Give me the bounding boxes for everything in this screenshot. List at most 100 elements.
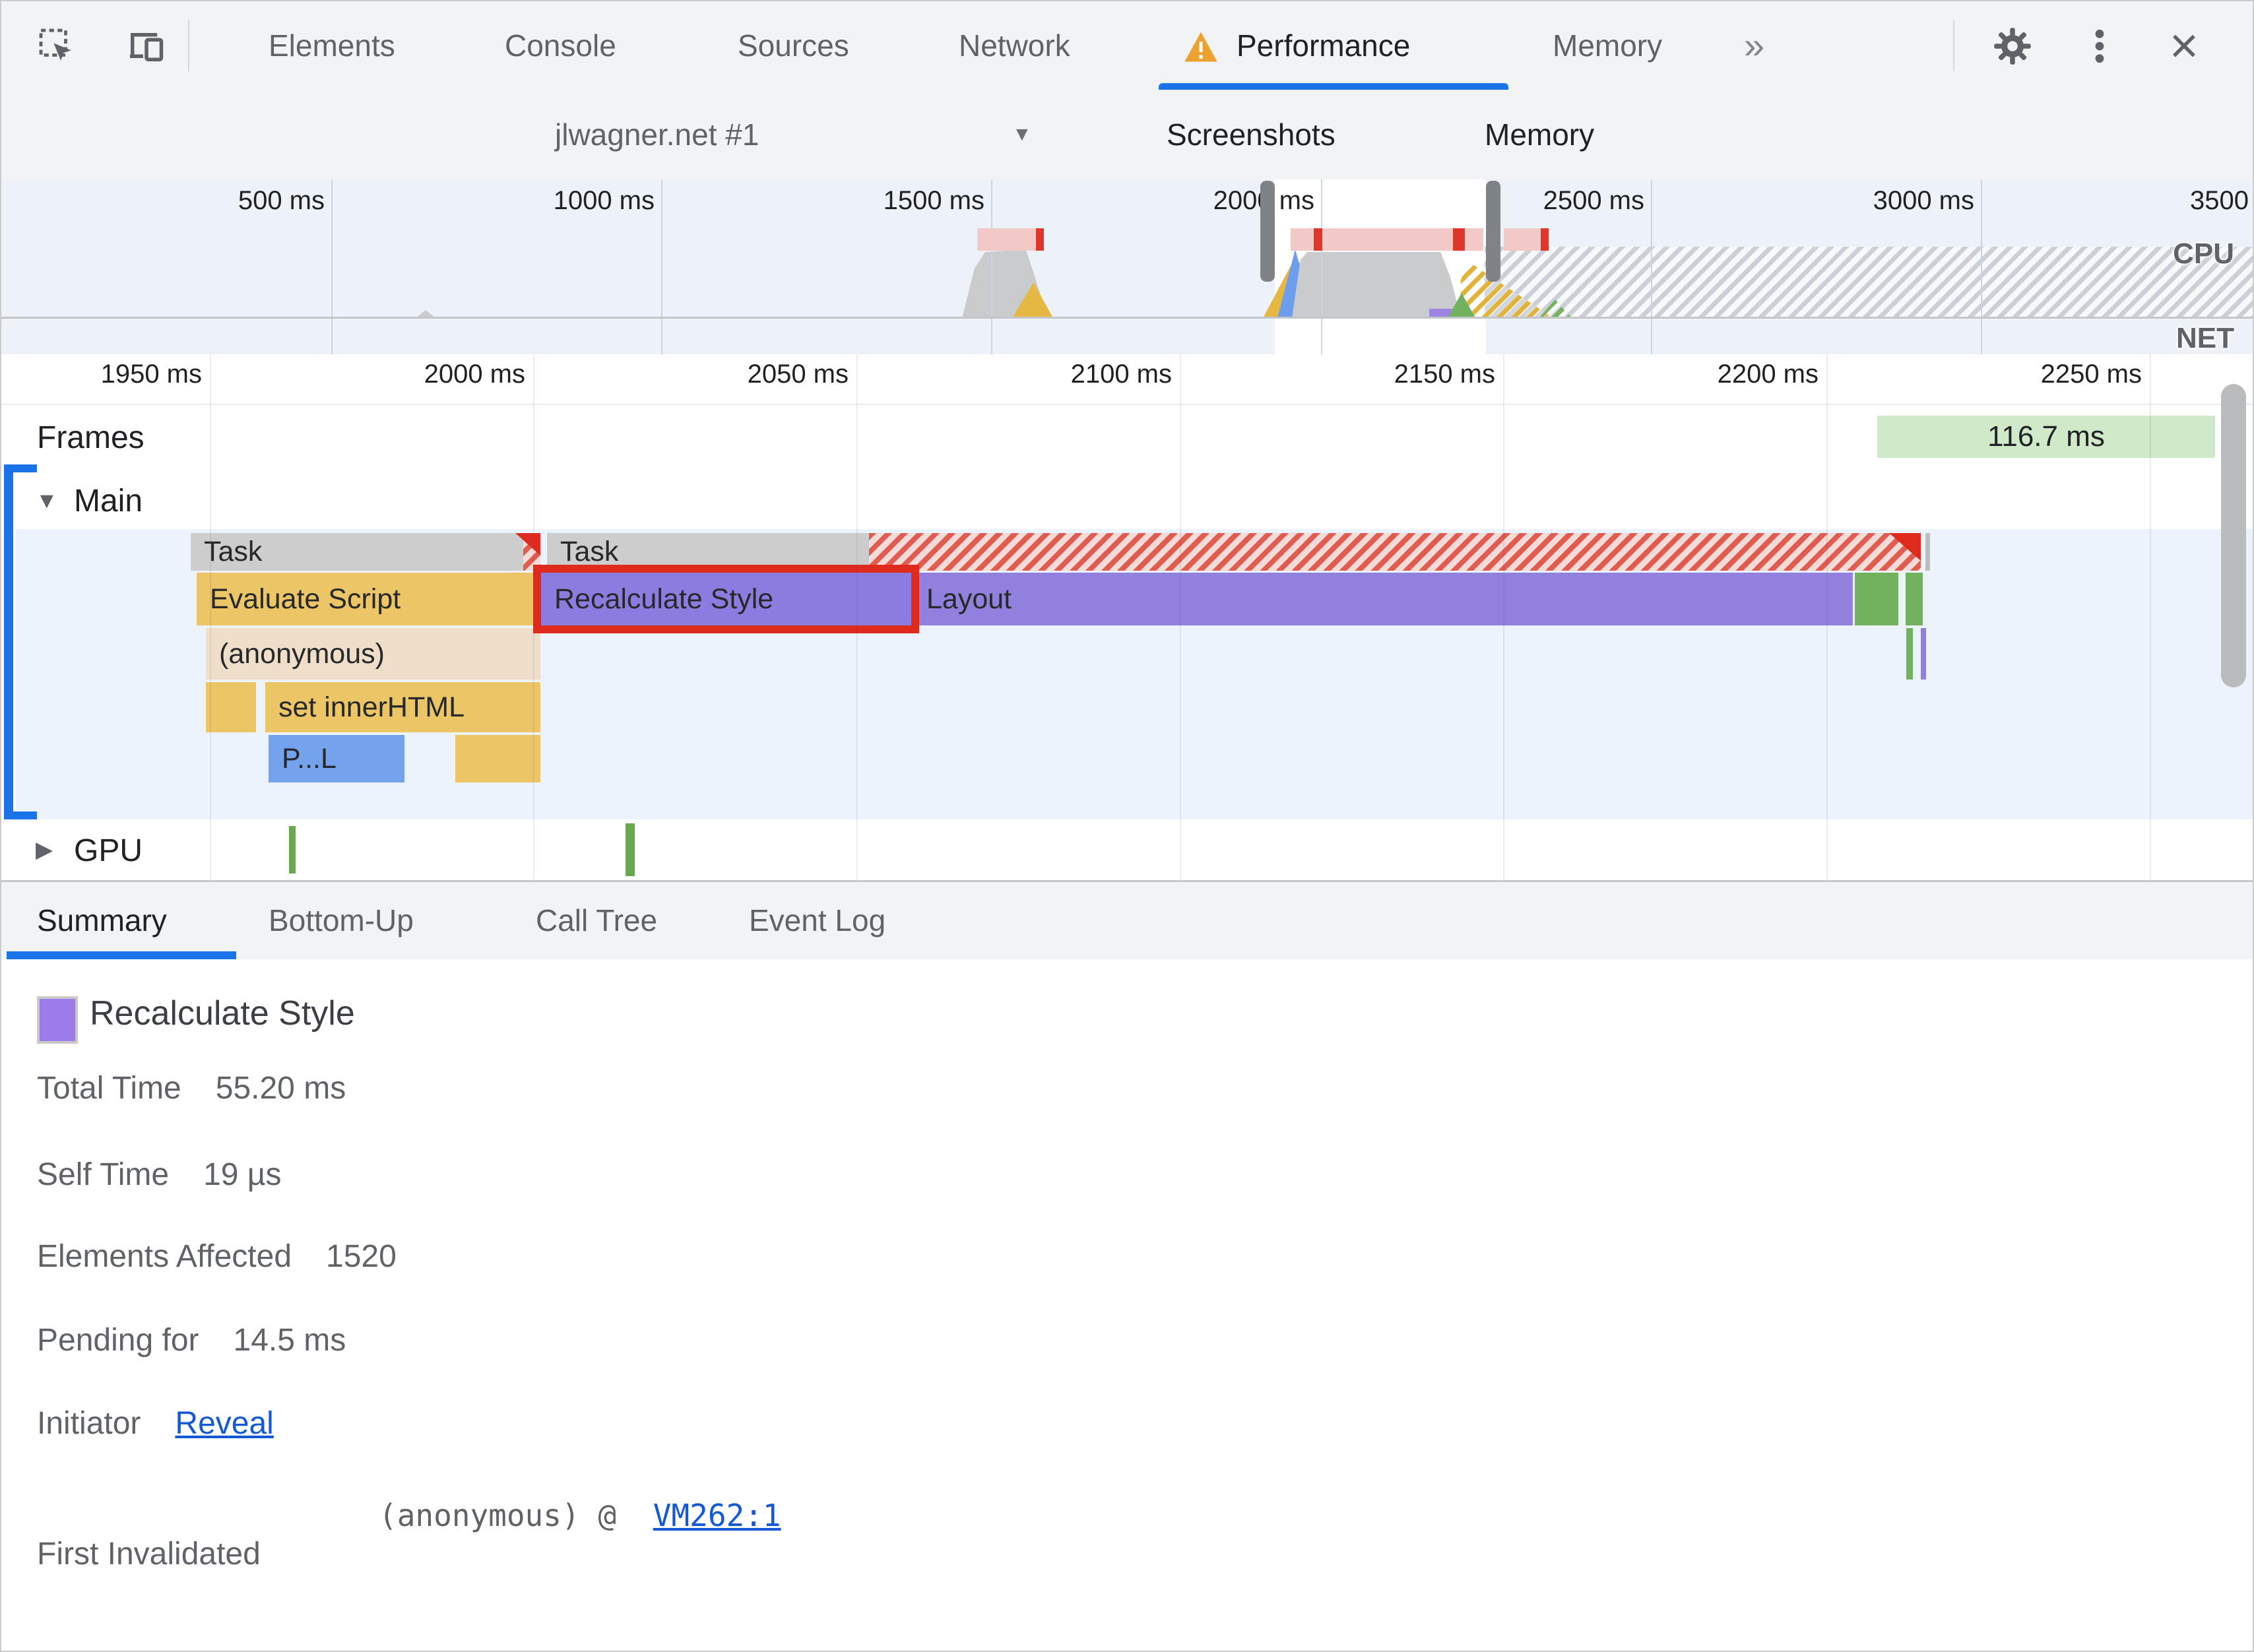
profile-select-caret-icon[interactable]: ▼	[1012, 90, 1032, 179]
overview-tick: 3000 ms	[1873, 186, 1974, 215]
settings-gear-icon[interactable]	[1991, 25, 2034, 67]
kebab-menu-icon[interactable]	[2086, 25, 2113, 67]
divider	[188, 20, 189, 71]
ruler-tick: 2050 ms	[747, 360, 849, 389]
performance-toolbar: jlwagner.net #1 ▼ Screenshots Memory	[1, 90, 2253, 247]
event-bar-anonymous[interactable]: (anonymous)	[206, 628, 540, 680]
long-task-corner	[515, 533, 540, 556]
devtools-window: Elements Console Sources Network Perform…	[0, 0, 2254, 1652]
frames-track[interactable]: Frames 116.7 ms	[1, 405, 2253, 468]
overview-tick: 500 ms	[238, 186, 325, 215]
event-bar-evaluate-script[interactable]: Evaluate Script	[197, 573, 538, 625]
tab-console[interactable]: Console	[505, 1, 616, 90]
main-track[interactable]: ▼ Main Task Task Evaluate Script Recalcu…	[1, 464, 2253, 819]
profile-select[interactable]: jlwagner.net #1	[555, 90, 759, 179]
ruler-tick: 2000 ms	[424, 360, 525, 389]
tab-network[interactable]: Network	[959, 1, 1070, 90]
tab-elements[interactable]: Elements	[269, 1, 395, 90]
selection-handle-left[interactable]	[1260, 181, 1275, 282]
details-tab-bar: Summary Bottom-Up Call Tree Event Log	[1, 882, 2253, 961]
event-bar-set-innerhtml[interactable]: set innerHTML	[265, 682, 540, 732]
memory-checkbox-label[interactable]: Memory	[1485, 90, 1594, 179]
event-label: Recalculate Style	[554, 583, 774, 615]
event-bar-thin-green[interactable]	[1906, 628, 1913, 680]
selection-handle-right[interactable]	[1486, 181, 1500, 282]
tab-bottom-up[interactable]: Bottom-Up	[269, 882, 414, 959]
bracket-arm-bottom	[4, 811, 37, 819]
cpu-baseline	[1, 317, 2253, 319]
divider	[1953, 20, 1954, 71]
frame-duration-badge[interactable]: 116.7 ms	[1877, 416, 2215, 458]
event-bar-recalculate-style-selected[interactable]: Recalculate Style	[533, 565, 919, 633]
initiator-reveal-link[interactable]: Reveal	[175, 1406, 273, 1441]
event-label: Task	[560, 536, 619, 567]
tab-event-log[interactable]: Event Log	[749, 882, 886, 959]
collapse-arrow-icon[interactable]: ▼	[36, 488, 58, 514]
summary-row-self-time: Self Time 19 µs	[37, 1155, 281, 1195]
event-bar-task[interactable]: Task	[191, 533, 540, 571]
summary-row-value: 55.20 ms	[215, 1071, 346, 1106]
event-bar-thin[interactable]	[1925, 533, 1930, 571]
inspect-element-icon[interactable]	[37, 26, 75, 65]
cpu-strip-label: CPU	[2173, 238, 2234, 270]
screenshots-checkbox-label[interactable]: Screenshots	[1167, 90, 1336, 179]
summary-row-pending-for: Pending for 14.5 ms	[37, 1321, 346, 1360]
summary-row-label: Self Time	[37, 1157, 170, 1192]
summary-panel: Recalculate Style Total Time 55.20 ms Sel…	[1, 959, 2253, 1651]
event-bar-paint[interactable]	[1855, 573, 1898, 625]
ruler-tick: 2250 ms	[2040, 360, 2142, 389]
event-label: Task	[204, 536, 263, 567]
gpu-track[interactable]: ▶ GPU	[1, 819, 2253, 882]
main-track-label[interactable]: Main	[74, 483, 143, 519]
tab-summary[interactable]: Summary	[37, 882, 167, 959]
frames-track-label: Frames	[37, 420, 145, 455]
summary-row-label: Initiator	[37, 1406, 141, 1441]
ruler-tick: 2100 ms	[1070, 360, 1172, 389]
event-bar-paint[interactable]	[1906, 573, 1923, 625]
tab-sources[interactable]: Sources	[738, 1, 849, 90]
summary-title: Recalculate Style	[90, 994, 355, 1032]
performance-warning-icon	[1183, 30, 1219, 63]
summary-row-total-time: Total Time 55.20 ms	[37, 1069, 346, 1108]
event-bar-task-long-hatch[interactable]	[869, 533, 1921, 571]
long-task-indicator	[977, 228, 1044, 251]
summary-row-value: 19 µs	[203, 1157, 282, 1192]
summary-row-value: 14.5 ms	[233, 1323, 346, 1358]
more-tabs-chevron-icon[interactable]: »	[1744, 1, 1764, 90]
tab-memory[interactable]: Memory	[1553, 1, 1662, 90]
active-bottom-tab-underline	[7, 951, 236, 959]
summary-row-label: Pending for	[37, 1323, 199, 1358]
net-strip-label: NET	[2176, 322, 2234, 354]
device-toolbar-icon[interactable]	[127, 25, 166, 66]
summary-row-label: Total Time	[37, 1071, 181, 1106]
vertical-scrollbar[interactable]	[2221, 384, 2246, 687]
ruler-tick: 2150 ms	[1394, 360, 1495, 389]
event-bar-thin-purple[interactable]	[1921, 628, 1926, 680]
active-tab-underline	[1159, 83, 1508, 90]
expand-arrow-icon[interactable]: ▶	[36, 837, 53, 863]
event-label: set innerHTML	[278, 691, 465, 723]
summary-row-label: First Invalidated	[37, 1537, 261, 1572]
event-label: P...L	[282, 742, 337, 775]
stack-frame-source-link[interactable]: VM262:1	[653, 1498, 781, 1533]
tab-performance[interactable]: Performance	[1237, 1, 1410, 90]
event-bar-task[interactable]: Task	[547, 533, 869, 571]
summary-row-elements-affected: Elements Affected 1520	[37, 1237, 397, 1277]
event-bar-script[interactable]	[455, 735, 540, 782]
ruler-tick: 1950 ms	[100, 360, 202, 389]
timeline-overview[interactable]: 500 ms 1000 ms 1500 ms 2000 ms 2500 ms 3…	[1, 179, 2253, 356]
event-color-swatch	[37, 996, 78, 1044]
gpu-track-label[interactable]: GPU	[74, 833, 143, 869]
event-bar-parse-html[interactable]: P...L	[269, 735, 404, 782]
overview-tick: 1000 ms	[553, 186, 655, 215]
cpu-plateau-gray	[1292, 252, 1461, 318]
event-bar-script[interactable]	[206, 682, 256, 732]
tab-call-tree[interactable]: Call Tree	[536, 882, 657, 959]
event-bar-layout[interactable]: Layout	[913, 573, 1853, 625]
stack-frame-text: (anonymous) @	[379, 1498, 617, 1533]
long-task-red-segment	[1314, 228, 1322, 251]
summary-row-first-invalidated: First Invalidated	[37, 1535, 261, 1574]
close-icon[interactable]: ×	[2158, 1, 2210, 90]
track-selection-bracket	[4, 464, 13, 819]
event-label: Layout	[926, 583, 1012, 615]
